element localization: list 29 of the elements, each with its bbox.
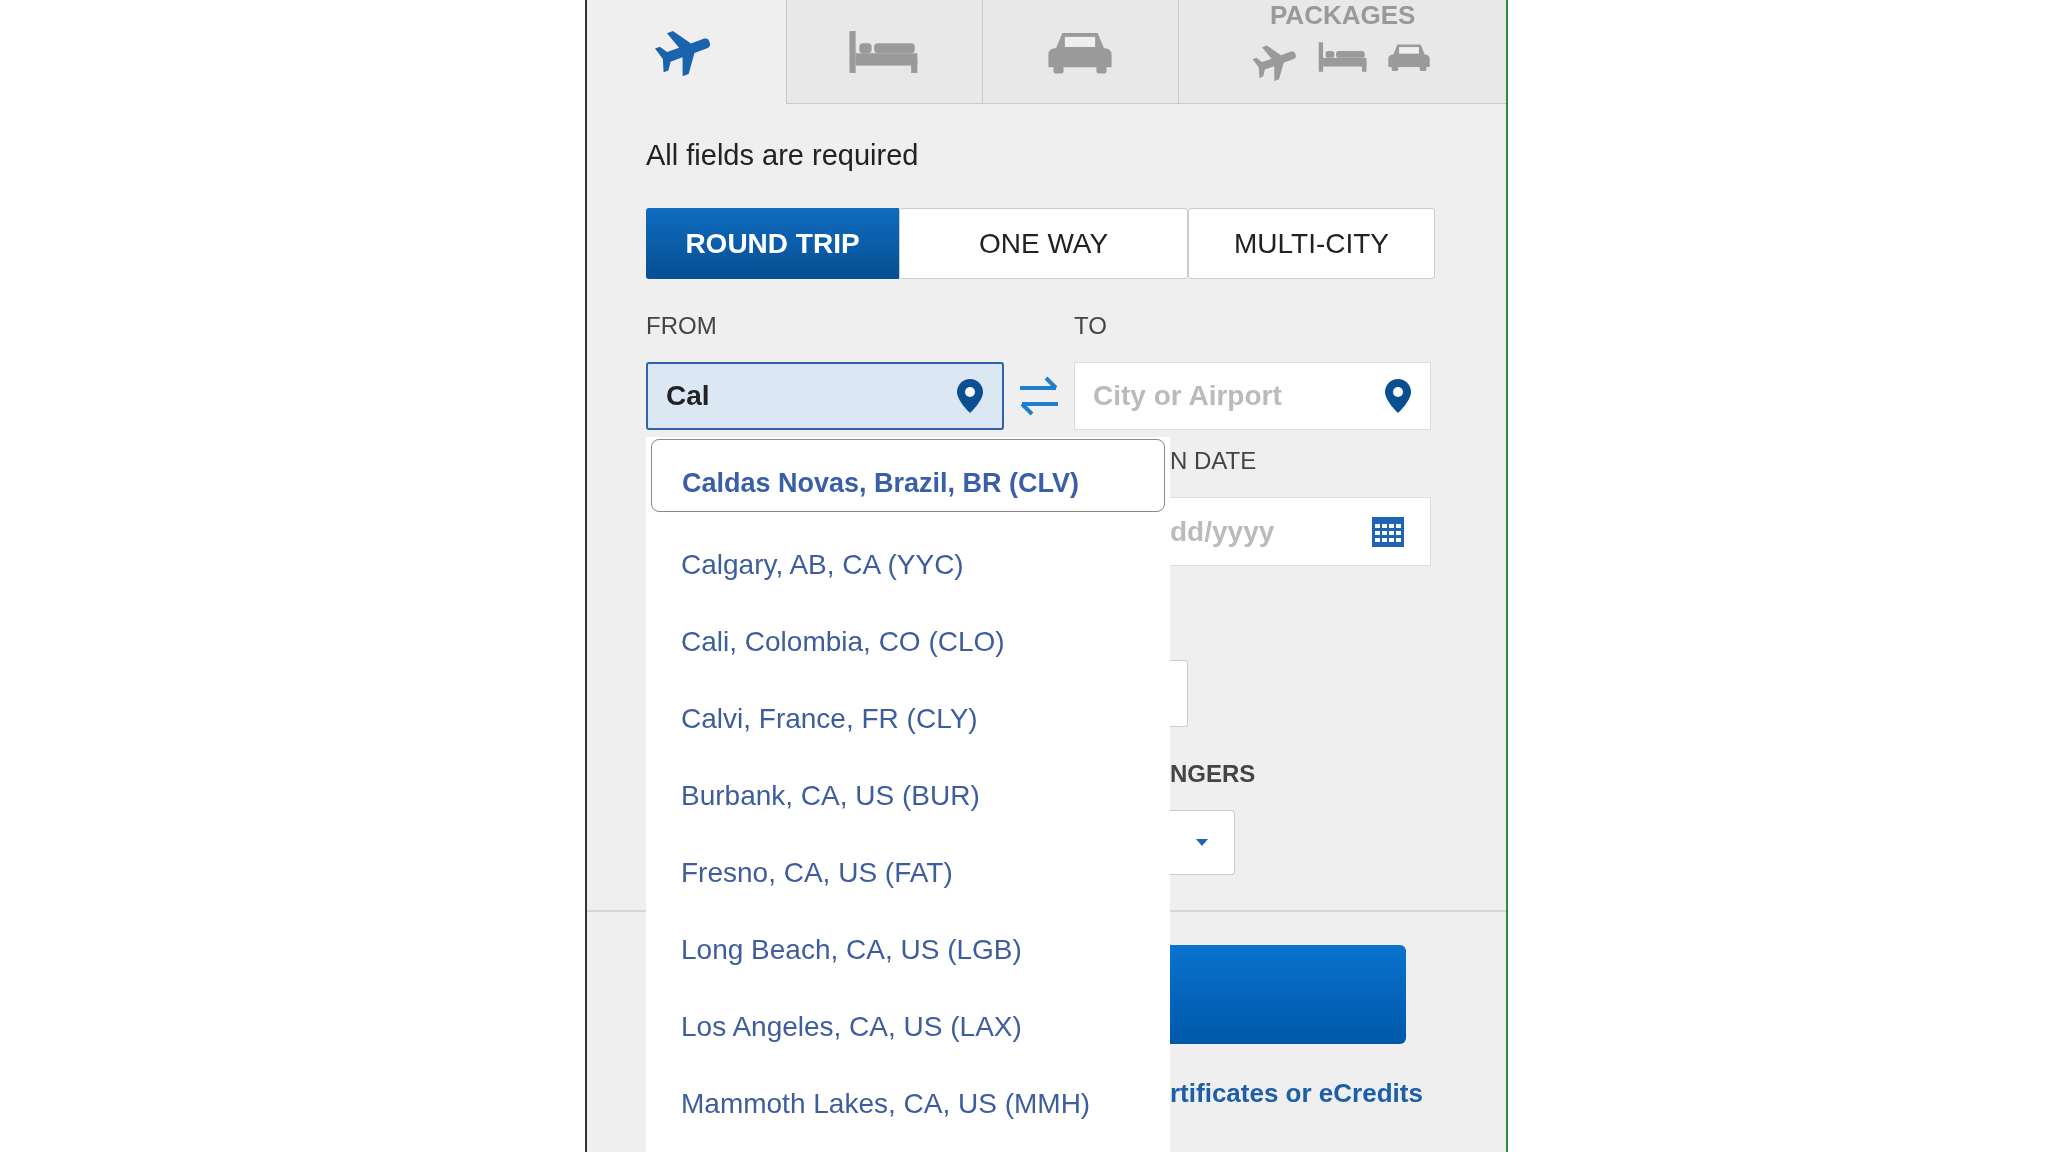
caret-icon	[1196, 839, 1208, 846]
suggestion-item[interactable]: Fresno, CA, US (FAT)	[646, 834, 1170, 911]
passengers-label: NGERS	[1170, 760, 1257, 788]
date-label: N DATE	[1170, 447, 1258, 475]
search-button[interactable]	[1170, 945, 1406, 1044]
from-label: FROM	[646, 312, 718, 340]
location-pin-icon	[956, 378, 984, 414]
suggestion-item[interactable]: Mammoth Lakes, CA, US (MMH)	[646, 1065, 1170, 1142]
trip-type-button[interactable]: MULTI-CITY	[1188, 208, 1435, 279]
passengers-dropdown[interactable]	[1170, 810, 1235, 875]
suggestion-item[interactable]: Caldas Novas, Brazil, BR (CLV)	[651, 439, 1165, 512]
tab[interactable]	[785, 0, 982, 104]
instruction-text: All fields are required	[646, 138, 920, 173]
to-label: TO	[1074, 312, 1107, 340]
suggestion-item[interactable]: Calgary, AB, CA (YYC)	[646, 526, 1170, 603]
input-field[interactable]	[1170, 660, 1188, 727]
trip-type-button[interactable]: ONE WAY	[899, 208, 1188, 279]
suggestion-item[interactable]: Calvi, France, FR (CLY)	[646, 680, 1170, 757]
from-field[interactable]: Cal	[646, 362, 1004, 430]
bed-icon	[1316, 40, 1369, 74]
suggestion-item[interactable]: Cali, Colombia, CO (CLO)	[646, 603, 1170, 680]
suggestion-item[interactable]: Long Beach, CA, US (LGB)	[646, 911, 1170, 988]
location-pin-icon	[1384, 378, 1412, 414]
suggestion-item[interactable]: Los Angeles, CA, US (LAX)	[646, 988, 1170, 1065]
suggestion-item[interactable]: Burbank, CA, US (BUR)	[646, 757, 1170, 834]
certificates-link[interactable]: rtificates or eCredits	[1170, 1078, 1431, 1108]
tab[interactable]	[981, 0, 1179, 104]
calendar-icon[interactable]	[1372, 516, 1404, 547]
trip-type-button[interactable]: ROUND TRIP	[646, 208, 899, 279]
